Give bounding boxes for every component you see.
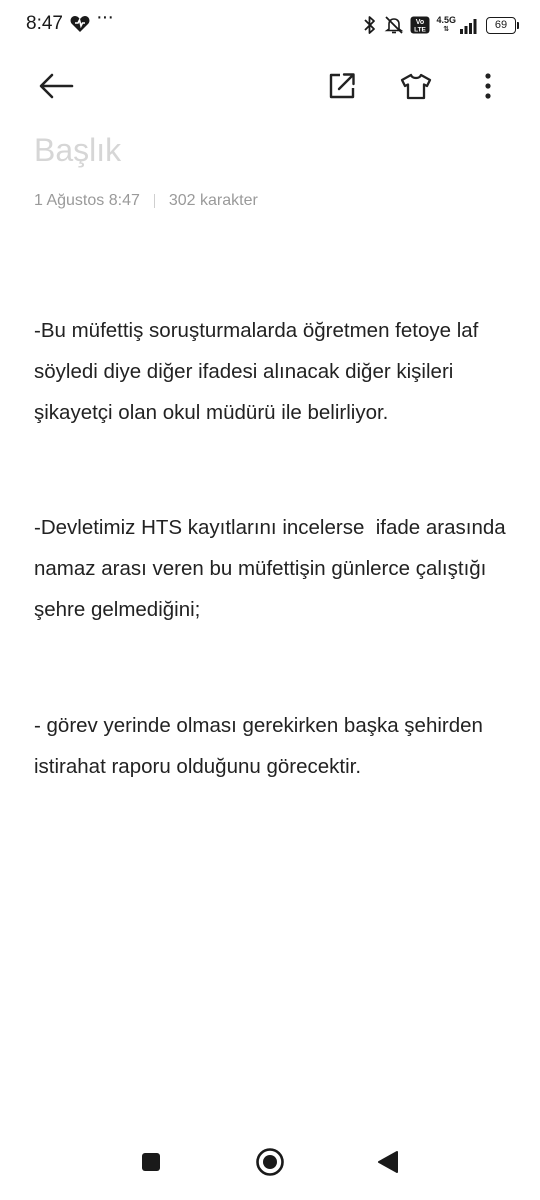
bell-off-icon [385,16,404,34]
network-type: 4.5G ⇅ [436,16,456,34]
theme-button[interactable] [394,64,438,108]
back-arrow-icon [39,73,74,99]
data-arrows-icon: ⇅ [443,26,450,33]
note-title-field[interactable]: Başlık [34,132,121,169]
shirt-theme-icon [400,73,432,100]
status-icons: Vo LTE 4.5G ⇅ 69 [362,14,519,36]
home-button[interactable] [252,1144,288,1180]
more-options-button[interactable] [466,64,510,108]
note-toolbar [0,56,540,116]
note-meta: 1 Ağustos 8:47 302 karakter [34,192,258,210]
battery-level: 69 [494,18,508,31]
home-circle-icon [256,1148,284,1176]
recents-square-icon [142,1153,160,1171]
svg-text:LTE: LTE [415,27,427,34]
status-bar: 8:47 ··· Vo LTE 4.5G ⇅ 69 [0,0,540,52]
back-button[interactable] [34,64,78,108]
network-label: 4.5G [436,15,456,25]
recents-button[interactable] [133,1144,169,1180]
share-button[interactable] [320,64,364,108]
back-triangle-icon [378,1151,398,1173]
note-char-count: 302 karakter [168,192,258,209]
signal-icon [460,19,477,34]
status-time: 8:47 [26,13,63,34]
share-icon [329,73,355,99]
bluetooth-icon [364,16,376,34]
system-nav-bar [0,1130,540,1200]
note-paragraph[interactable]: -Devletimiz HTS kayıtlarını incelerse if… [34,507,514,630]
volte-icon: Vo LTE [410,16,430,34]
note-date: 1 Ağustos 8:47 [34,192,140,209]
note-paragraph[interactable]: - görev yerinde olması gerekirken başka … [34,705,514,787]
svg-text:Vo: Vo [416,19,424,26]
nav-back-button[interactable] [370,1144,406,1180]
more-notifications-icon: ··· [96,6,114,28]
more-vertical-icon [485,73,491,99]
battery-icon: 69 [486,16,519,34]
heart-app-icon [70,16,90,32]
note-paragraph[interactable]: -Bu müfettiş soruşturmalarda öğretmen fe… [34,310,514,433]
meta-divider [153,194,155,208]
